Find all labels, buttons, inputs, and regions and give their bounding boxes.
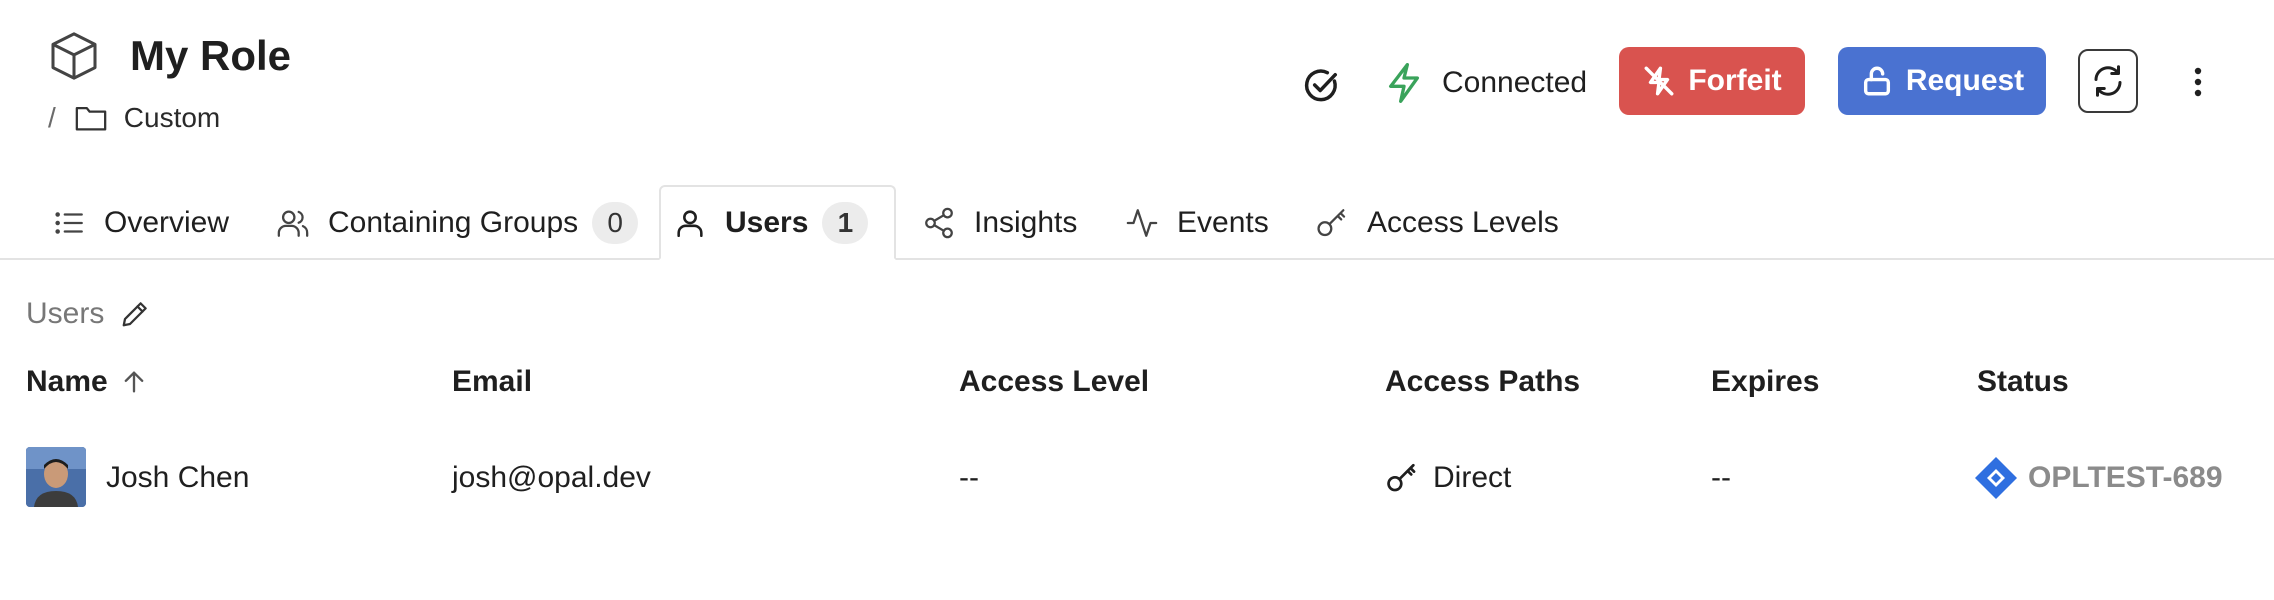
key-icon [1317, 208, 1346, 236]
request-button[interactable]: Request [1838, 47, 2046, 115]
lightning-icon [1389, 62, 1419, 103]
connection-status: Connected [1384, 58, 1587, 108]
access-path-cell[interactable]: Direct [1385, 456, 1511, 500]
containing-groups-count-badge: 0 [592, 201, 639, 244]
column-header-status-label: Status [1977, 365, 2069, 398]
tab-containing-groups[interactable]: Containing Groups 0 [264, 185, 650, 260]
column-header-name[interactable]: Name [26, 362, 148, 402]
status-ticket-id: OPLTEST-689 [2028, 461, 2223, 494]
more-options-button[interactable] [2184, 62, 2212, 102]
column-header-expires-label: Expires [1711, 365, 1820, 398]
refresh-button[interactable] [2078, 49, 2138, 113]
access-level-value: -- [959, 461, 979, 494]
column-header-status[interactable]: Status [1977, 362, 2069, 402]
tab-insights-label: Insights [974, 205, 1078, 239]
user-email-cell: josh@opal.dev [452, 456, 651, 500]
refresh-icon [2094, 65, 2122, 97]
section-title: Users [26, 297, 105, 330]
activity-icon [1126, 208, 1158, 237]
tab-events[interactable]: Events [1113, 185, 1281, 260]
folder-icon [75, 106, 107, 131]
tab-access-levels[interactable]: Access Levels [1303, 185, 1571, 260]
status-ticket-link[interactable]: OPLTEST-689 [1972, 456, 2223, 500]
tab-users[interactable]: Users 1 [659, 185, 896, 260]
breadcrumb-separator: / [48, 102, 56, 133]
user-email: josh@opal.dev [452, 461, 651, 494]
tab-overview[interactable]: Overview [40, 185, 241, 260]
unlock-icon [1863, 66, 1890, 96]
forfeit-button[interactable]: Forfeit [1619, 47, 1805, 115]
forfeit-icon [1644, 66, 1674, 96]
column-header-access-paths[interactable]: Access Paths [1385, 362, 1580, 402]
column-header-email-label: Email [452, 365, 533, 398]
tab-access-levels-label: Access Levels [1367, 205, 1559, 239]
user-name-cell[interactable]: Josh Chen [106, 456, 249, 500]
breadcrumb-folder-link[interactable]: Custom [124, 102, 220, 134]
column-header-email[interactable]: Email [452, 362, 532, 402]
avatar-photo [26, 447, 86, 507]
avatar[interactable] [26, 447, 86, 507]
tab-events-label: Events [1177, 205, 1269, 239]
column-header-name-label: Name [26, 365, 108, 398]
users-section-label: Users [26, 294, 150, 334]
column-header-access-level[interactable]: Access Level [959, 362, 1149, 402]
share-nodes-icon [925, 207, 953, 238]
key-icon [1387, 463, 1416, 492]
verified-check-icon[interactable] [1302, 66, 1340, 104]
breadcrumb: / Custom [48, 100, 220, 136]
tab-containing-groups-label: Containing Groups [328, 205, 579, 239]
user-name: Josh Chen [106, 461, 250, 494]
users-group-icon [277, 210, 309, 237]
sort-arrow-up-icon [124, 371, 144, 393]
pencil-edit-icon[interactable] [120, 299, 150, 329]
column-header-expires[interactable]: Expires [1711, 362, 1819, 402]
users-count-badge: 1 [822, 201, 869, 244]
cube-icon [51, 32, 97, 80]
column-header-access-paths-label: Access Paths [1385, 365, 1581, 398]
access-level-cell: -- [959, 456, 979, 500]
kebab-menu-icon [2194, 67, 2202, 97]
user-icon [677, 209, 703, 237]
forfeit-label: Forfeit [1688, 64, 1782, 97]
expires-value: -- [1711, 461, 1731, 494]
connection-status-label: Connected [1442, 66, 1588, 99]
access-path-value: Direct [1433, 461, 1512, 494]
tab-users-label: Users [725, 205, 809, 239]
expires-cell: -- [1711, 456, 1731, 500]
column-header-access-level-label: Access Level [959, 365, 1150, 398]
tab-overview-label: Overview [104, 205, 230, 239]
request-label: Request [1905, 64, 2025, 97]
jira-logo-icon [1975, 457, 2017, 499]
page-title: My Role [130, 32, 292, 79]
tab-insights[interactable]: Insights [910, 185, 1089, 260]
list-icon [55, 211, 83, 234]
